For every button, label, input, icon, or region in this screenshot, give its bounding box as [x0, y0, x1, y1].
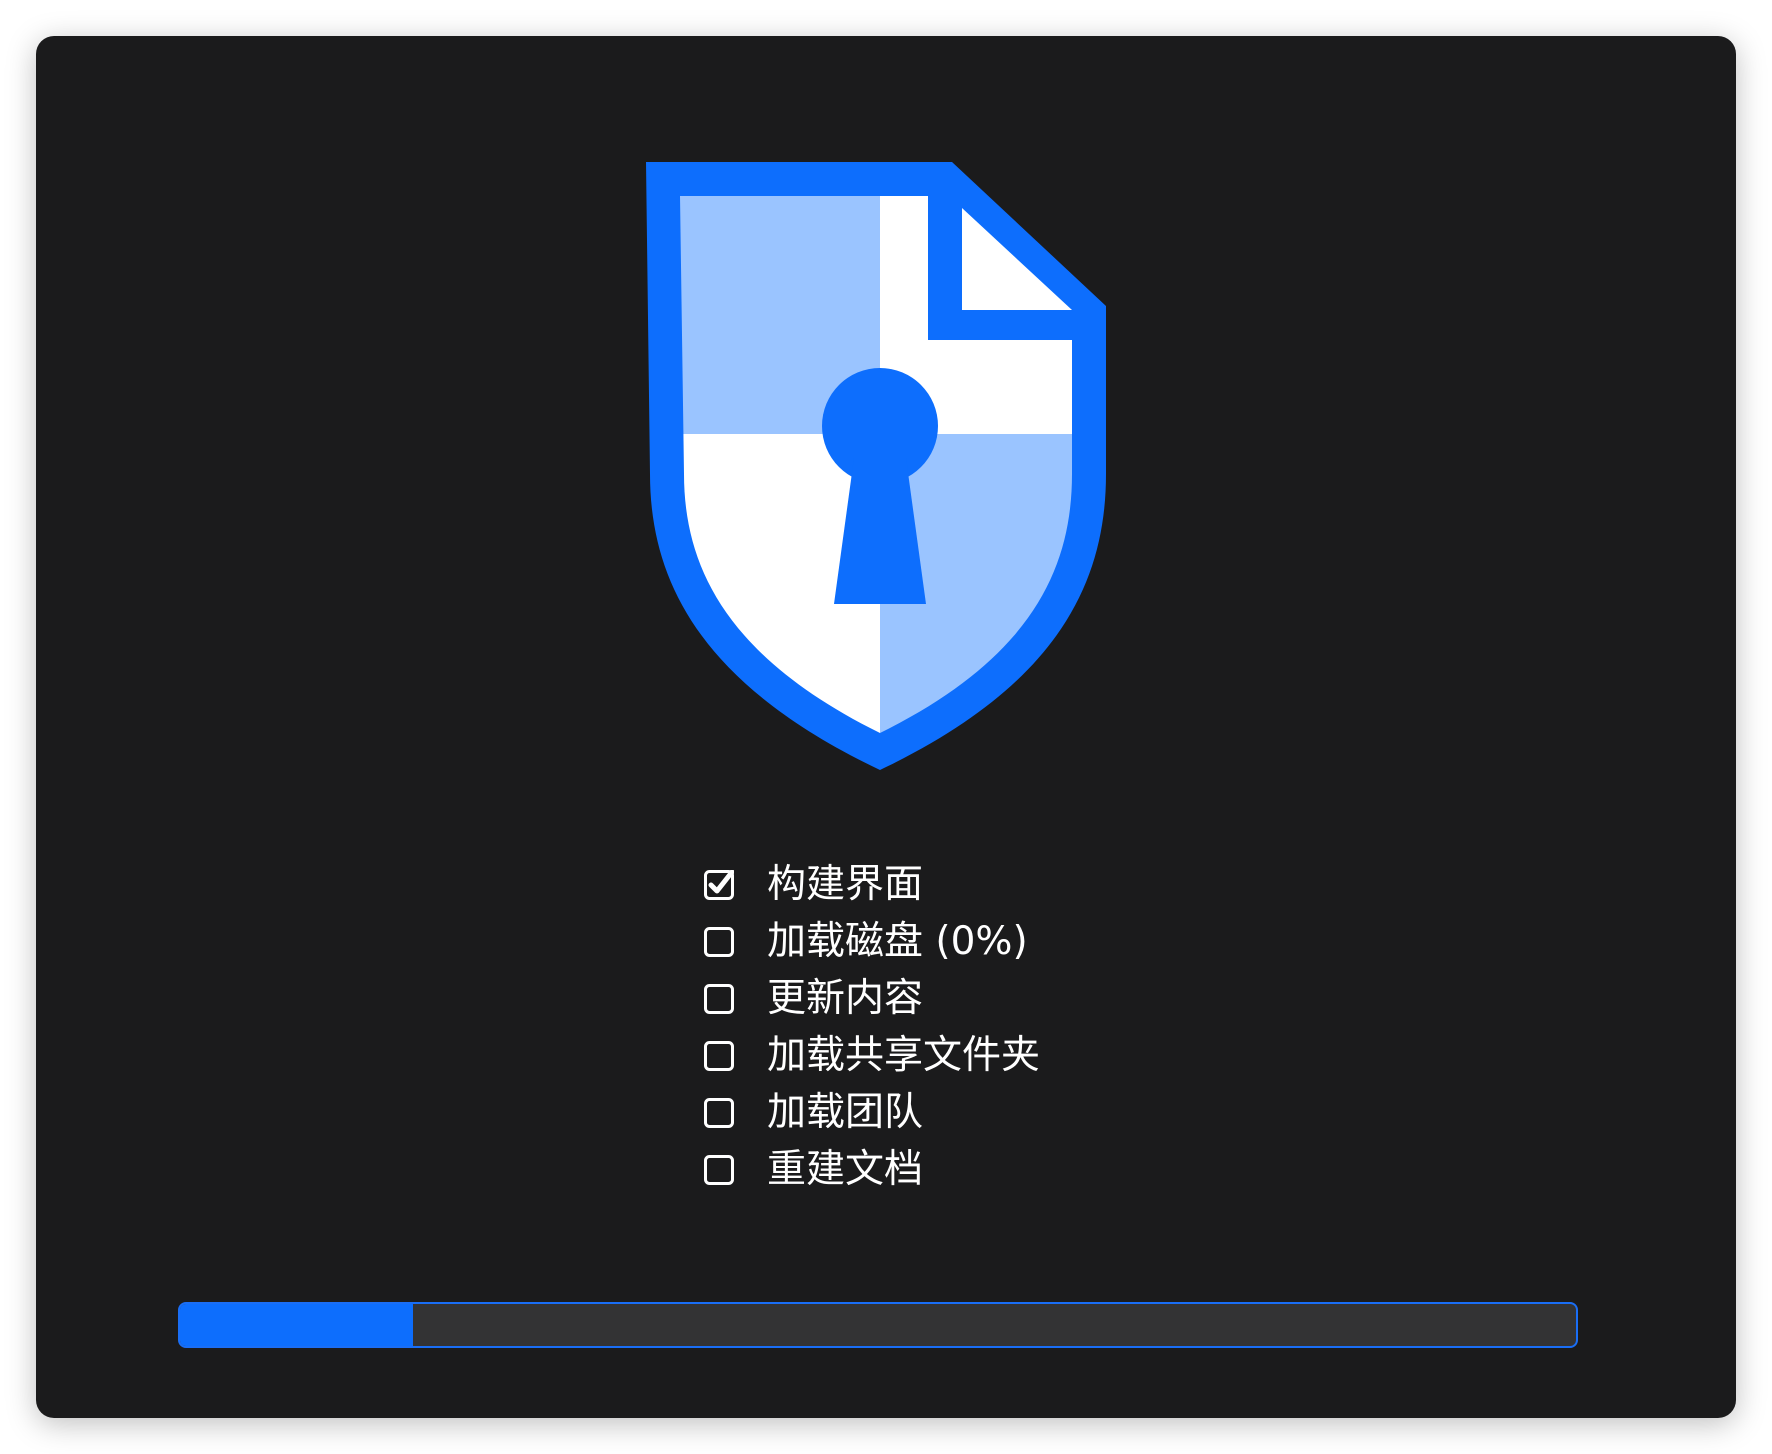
step-label: 加载团队 [767, 1090, 924, 1135]
progress-fill [180, 1304, 414, 1346]
unchecked-checkbox-icon [704, 926, 734, 957]
step-label: 加载磁盘 (0%) [767, 919, 1028, 964]
shield-keyhole-document-icon [642, 158, 1154, 788]
unchecked-checkbox-icon [704, 1097, 734, 1128]
unchecked-checkbox-icon [704, 1040, 734, 1071]
list-item: 加载磁盘 (0%) [704, 913, 1040, 970]
list-item: 重建文档 [704, 1141, 1040, 1198]
list-item: 加载团队 [704, 1084, 1040, 1141]
step-label: 重建文档 [767, 1147, 924, 1192]
loading-window: 构建界面 加载磁盘 (0%) 更新内容 加载共享文件夹 加载团队 重建文档 [36, 36, 1736, 1418]
unchecked-checkbox-icon [704, 1154, 734, 1185]
list-item: 更新内容 [704, 970, 1040, 1027]
startup-steps-list: 构建界面 加载磁盘 (0%) 更新内容 加载共享文件夹 加载团队 重建文档 [704, 856, 1040, 1198]
step-label: 加载共享文件夹 [767, 1033, 1041, 1078]
list-item: 构建界面 [704, 856, 1040, 913]
checked-checkbox-icon [704, 869, 734, 900]
unchecked-checkbox-icon [704, 983, 734, 1014]
loading-progress-bar [178, 1302, 1578, 1348]
step-label: 构建界面 [767, 862, 924, 907]
step-label: 更新内容 [767, 976, 924, 1021]
list-item: 加载共享文件夹 [704, 1027, 1040, 1084]
